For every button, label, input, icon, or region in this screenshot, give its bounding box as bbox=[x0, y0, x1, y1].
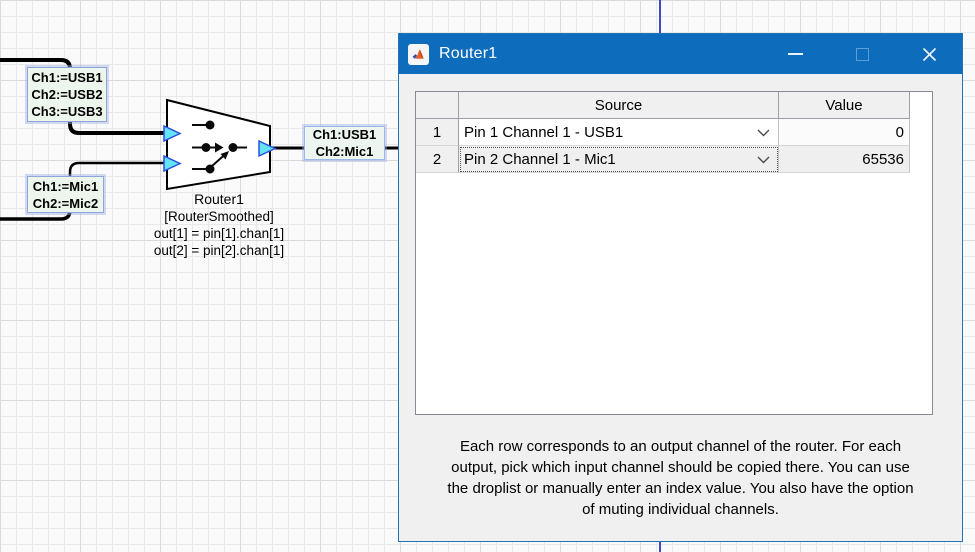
row-index[interactable]: 2 bbox=[416, 146, 459, 173]
dialog-title: Router1 bbox=[439, 45, 497, 63]
value-cell[interactable]: 65536 bbox=[779, 146, 910, 173]
help-line: Each row corresponds to an output channe… bbox=[407, 436, 954, 457]
maximize-icon bbox=[856, 48, 869, 61]
wire-label-line: Ch1:=Mic1 bbox=[28, 178, 103, 195]
table-row: 2 Pin 2 Channel 1 - Mic1 65536 bbox=[416, 146, 932, 173]
help-text: Each row corresponds to an output channe… bbox=[407, 436, 954, 520]
close-icon bbox=[922, 47, 937, 62]
help-line: output, pick which input channel should … bbox=[407, 457, 954, 478]
schematic-canvas: { "diagram": { "usb_label": { "lines": [… bbox=[0, 0, 975, 552]
wire-label-line: Ch1:=USB1 bbox=[28, 69, 106, 86]
source-dropdown[interactable]: Pin 2 Channel 1 - Mic1 bbox=[459, 146, 779, 173]
router-block[interactable] bbox=[167, 100, 270, 189]
wire-label-line: Ch2:=Mic2 bbox=[28, 195, 103, 212]
router-eq-2: out[2] = pin[2].chan[1] bbox=[123, 242, 315, 259]
matlab-icon bbox=[408, 44, 429, 65]
help-line: of muting individual channels. bbox=[407, 499, 954, 520]
router1-dialog: Router1 Source Value 1 Pin 1 Channel 1 -… bbox=[398, 33, 963, 542]
chevron-down-icon[interactable] bbox=[757, 156, 770, 164]
help-line: the droplist or manually enter an index … bbox=[407, 478, 954, 499]
wire-label-mic[interactable]: Ch1:=Mic1 Ch2:=Mic2 bbox=[27, 176, 104, 213]
close-button[interactable] bbox=[912, 34, 946, 74]
wire-label-line: Ch3:=USB3 bbox=[28, 103, 106, 120]
header-index bbox=[416, 92, 459, 119]
wire-label-line: Ch2:Mic1 bbox=[305, 143, 384, 160]
header-source[interactable]: Source bbox=[459, 92, 779, 119]
router-eq-1: out[1] = pin[1].chan[1] bbox=[123, 225, 315, 242]
table-header-row: Source Value bbox=[416, 92, 932, 119]
chevron-down-icon[interactable] bbox=[757, 129, 770, 137]
router-name: Router1 bbox=[123, 191, 315, 208]
routing-table: Source Value 1 Pin 1 Channel 1 - USB1 0 … bbox=[415, 91, 933, 415]
source-dropdown-value: Pin 2 Channel 1 - Mic1 bbox=[464, 151, 616, 168]
row-index[interactable]: 1 bbox=[416, 119, 459, 146]
minimize-button[interactable] bbox=[778, 34, 812, 74]
value-cell[interactable]: 0 bbox=[779, 119, 910, 146]
wire-label-output[interactable]: Ch1:USB1 Ch2:Mic1 bbox=[304, 126, 385, 160]
router-caption: Router1 [RouterSmoothed] out[1] = pin[1]… bbox=[123, 191, 315, 259]
wire-label-usb[interactable]: Ch1:=USB1 Ch2:=USB2 Ch3:=USB3 bbox=[27, 67, 107, 122]
source-dropdown[interactable]: Pin 1 Channel 1 - USB1 bbox=[459, 119, 779, 146]
minimize-icon bbox=[788, 53, 803, 55]
header-value[interactable]: Value bbox=[779, 92, 910, 119]
source-dropdown-value: Pin 1 Channel 1 - USB1 bbox=[464, 124, 623, 141]
router-class: [RouterSmoothed] bbox=[123, 208, 315, 225]
dialog-titlebar[interactable]: Router1 bbox=[399, 34, 962, 74]
wire-label-line: Ch1:USB1 bbox=[305, 126, 384, 143]
wire-label-line: Ch2:=USB2 bbox=[28, 86, 106, 103]
maximize-button[interactable] bbox=[845, 34, 879, 74]
table-row: 1 Pin 1 Channel 1 - USB1 0 bbox=[416, 119, 932, 146]
